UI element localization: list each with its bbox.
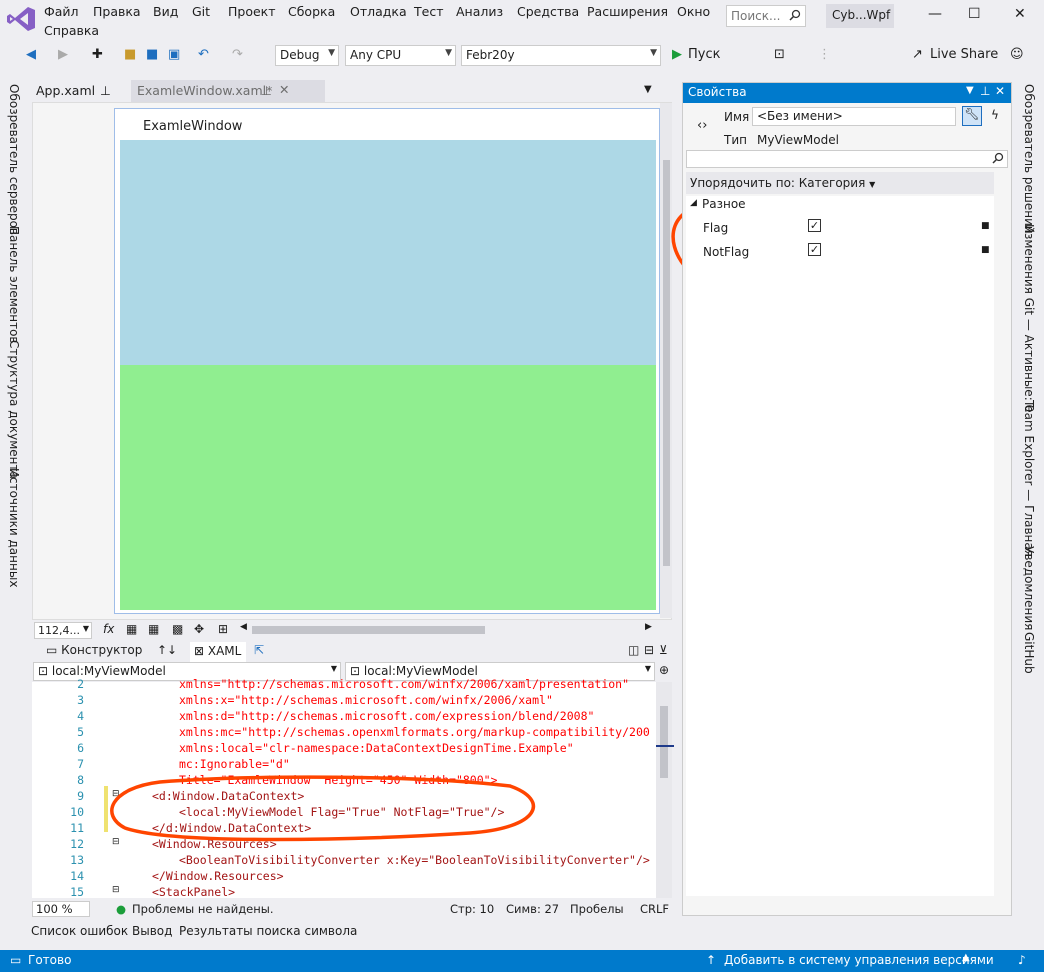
search-icon bbox=[992, 152, 1004, 167]
name-field[interactable]: <Без имени> bbox=[752, 107, 956, 126]
events-lightning-icon[interactable]: ϟ bbox=[991, 108, 999, 122]
property-grid bbox=[686, 196, 994, 896]
code-annotation-loop bbox=[110, 775, 535, 842]
right-tool-sidebar: Обозреватель решений Изменения Git — Акт… bbox=[1016, 80, 1044, 920]
collapse-category-icon[interactable]: ◢ bbox=[690, 198, 697, 208]
line-indicator[interactable]: Стр: 10 bbox=[450, 902, 494, 916]
add-to-source-control-button[interactable]: Добавить в систему управления версиями bbox=[724, 953, 994, 967]
chevron-up-icon[interactable]: ▲ bbox=[962, 952, 970, 963]
ready-icon: ▭ bbox=[10, 953, 22, 967]
property-notflag-label: NotFlag bbox=[703, 245, 750, 259]
property-marker-icon[interactable]: ■ bbox=[981, 221, 990, 231]
properties-title: Свойства bbox=[688, 85, 747, 99]
name-label: Имя bbox=[724, 110, 750, 124]
property-flag-label: Flag bbox=[703, 221, 729, 235]
whitespace-indicator[interactable]: Пробелы bbox=[570, 902, 624, 916]
properties-view-button[interactable]: 🔧︎ bbox=[962, 106, 982, 126]
properties-search-input[interactable] bbox=[686, 150, 1008, 168]
property-notflag-checkbox[interactable]: ✓ bbox=[808, 243, 821, 256]
pin-icon[interactable]: ⊥ bbox=[980, 84, 990, 98]
tab-find-symbol-results[interactable]: Результаты поиска символа bbox=[179, 924, 357, 938]
team-explorer-tab[interactable]: Team Explorer — Главная bbox=[1022, 400, 1036, 557]
notifications-tab[interactable]: Уведомления bbox=[1022, 546, 1036, 630]
problems-status[interactable]: Проблемы не найдены. bbox=[132, 902, 273, 916]
sort-by-label: Упорядочить по: Категория bbox=[690, 176, 866, 190]
git-changes-tab[interactable]: Изменения Git — Активные: 0 bbox=[1022, 224, 1036, 412]
sort-by-dropdown[interactable]: Упорядочить по: Категория ▼ bbox=[686, 172, 994, 194]
up-arrow-icon: ↑ bbox=[706, 953, 717, 967]
wrench-icon: 🔧︎ bbox=[964, 107, 980, 121]
ready-status: Готово bbox=[28, 953, 72, 967]
notification-bell-icon[interactable]: ♪ bbox=[1018, 953, 1026, 967]
property-flag-checkbox[interactable]: ✓ bbox=[808, 219, 821, 232]
chevron-down-icon: ▼ bbox=[869, 180, 876, 189]
close-icon[interactable]: ✕ bbox=[995, 84, 1005, 98]
type-label: Тип bbox=[724, 133, 747, 147]
element-type-icon: ‹› bbox=[697, 118, 708, 133]
editor-zoom-value: 100 % bbox=[36, 902, 73, 916]
tab-output[interactable]: Вывод bbox=[132, 924, 172, 938]
dropdown-icon[interactable]: ▼ bbox=[966, 85, 974, 96]
editor-status-bar: 100 % ● Проблемы не найдены. Стр: 10 Сим… bbox=[32, 900, 672, 918]
column-indicator[interactable]: Симв: 27 bbox=[506, 902, 559, 916]
solution-explorer-tab[interactable]: Обозреватель решений bbox=[1022, 84, 1036, 234]
properties-title-bar: Свойства ▼ ⊥ ✕ bbox=[683, 83, 1011, 103]
line-ending-indicator[interactable]: CRLF bbox=[640, 902, 669, 916]
status-bar: ▭ Готово ↑ Добавить в систему управления… bbox=[0, 950, 1044, 972]
check-icon: ● bbox=[116, 902, 127, 916]
github-tab[interactable]: GitHub bbox=[1022, 632, 1036, 674]
category-header: Разное bbox=[702, 197, 746, 211]
tab-error-list[interactable]: Список ошибок bbox=[31, 924, 128, 938]
property-marker-icon[interactable]: ■ bbox=[981, 245, 990, 255]
name-field-value: <Без имени> bbox=[757, 109, 843, 123]
editor-zoom-combo[interactable]: 100 % bbox=[32, 901, 90, 917]
type-value: MyViewModel bbox=[757, 133, 839, 147]
